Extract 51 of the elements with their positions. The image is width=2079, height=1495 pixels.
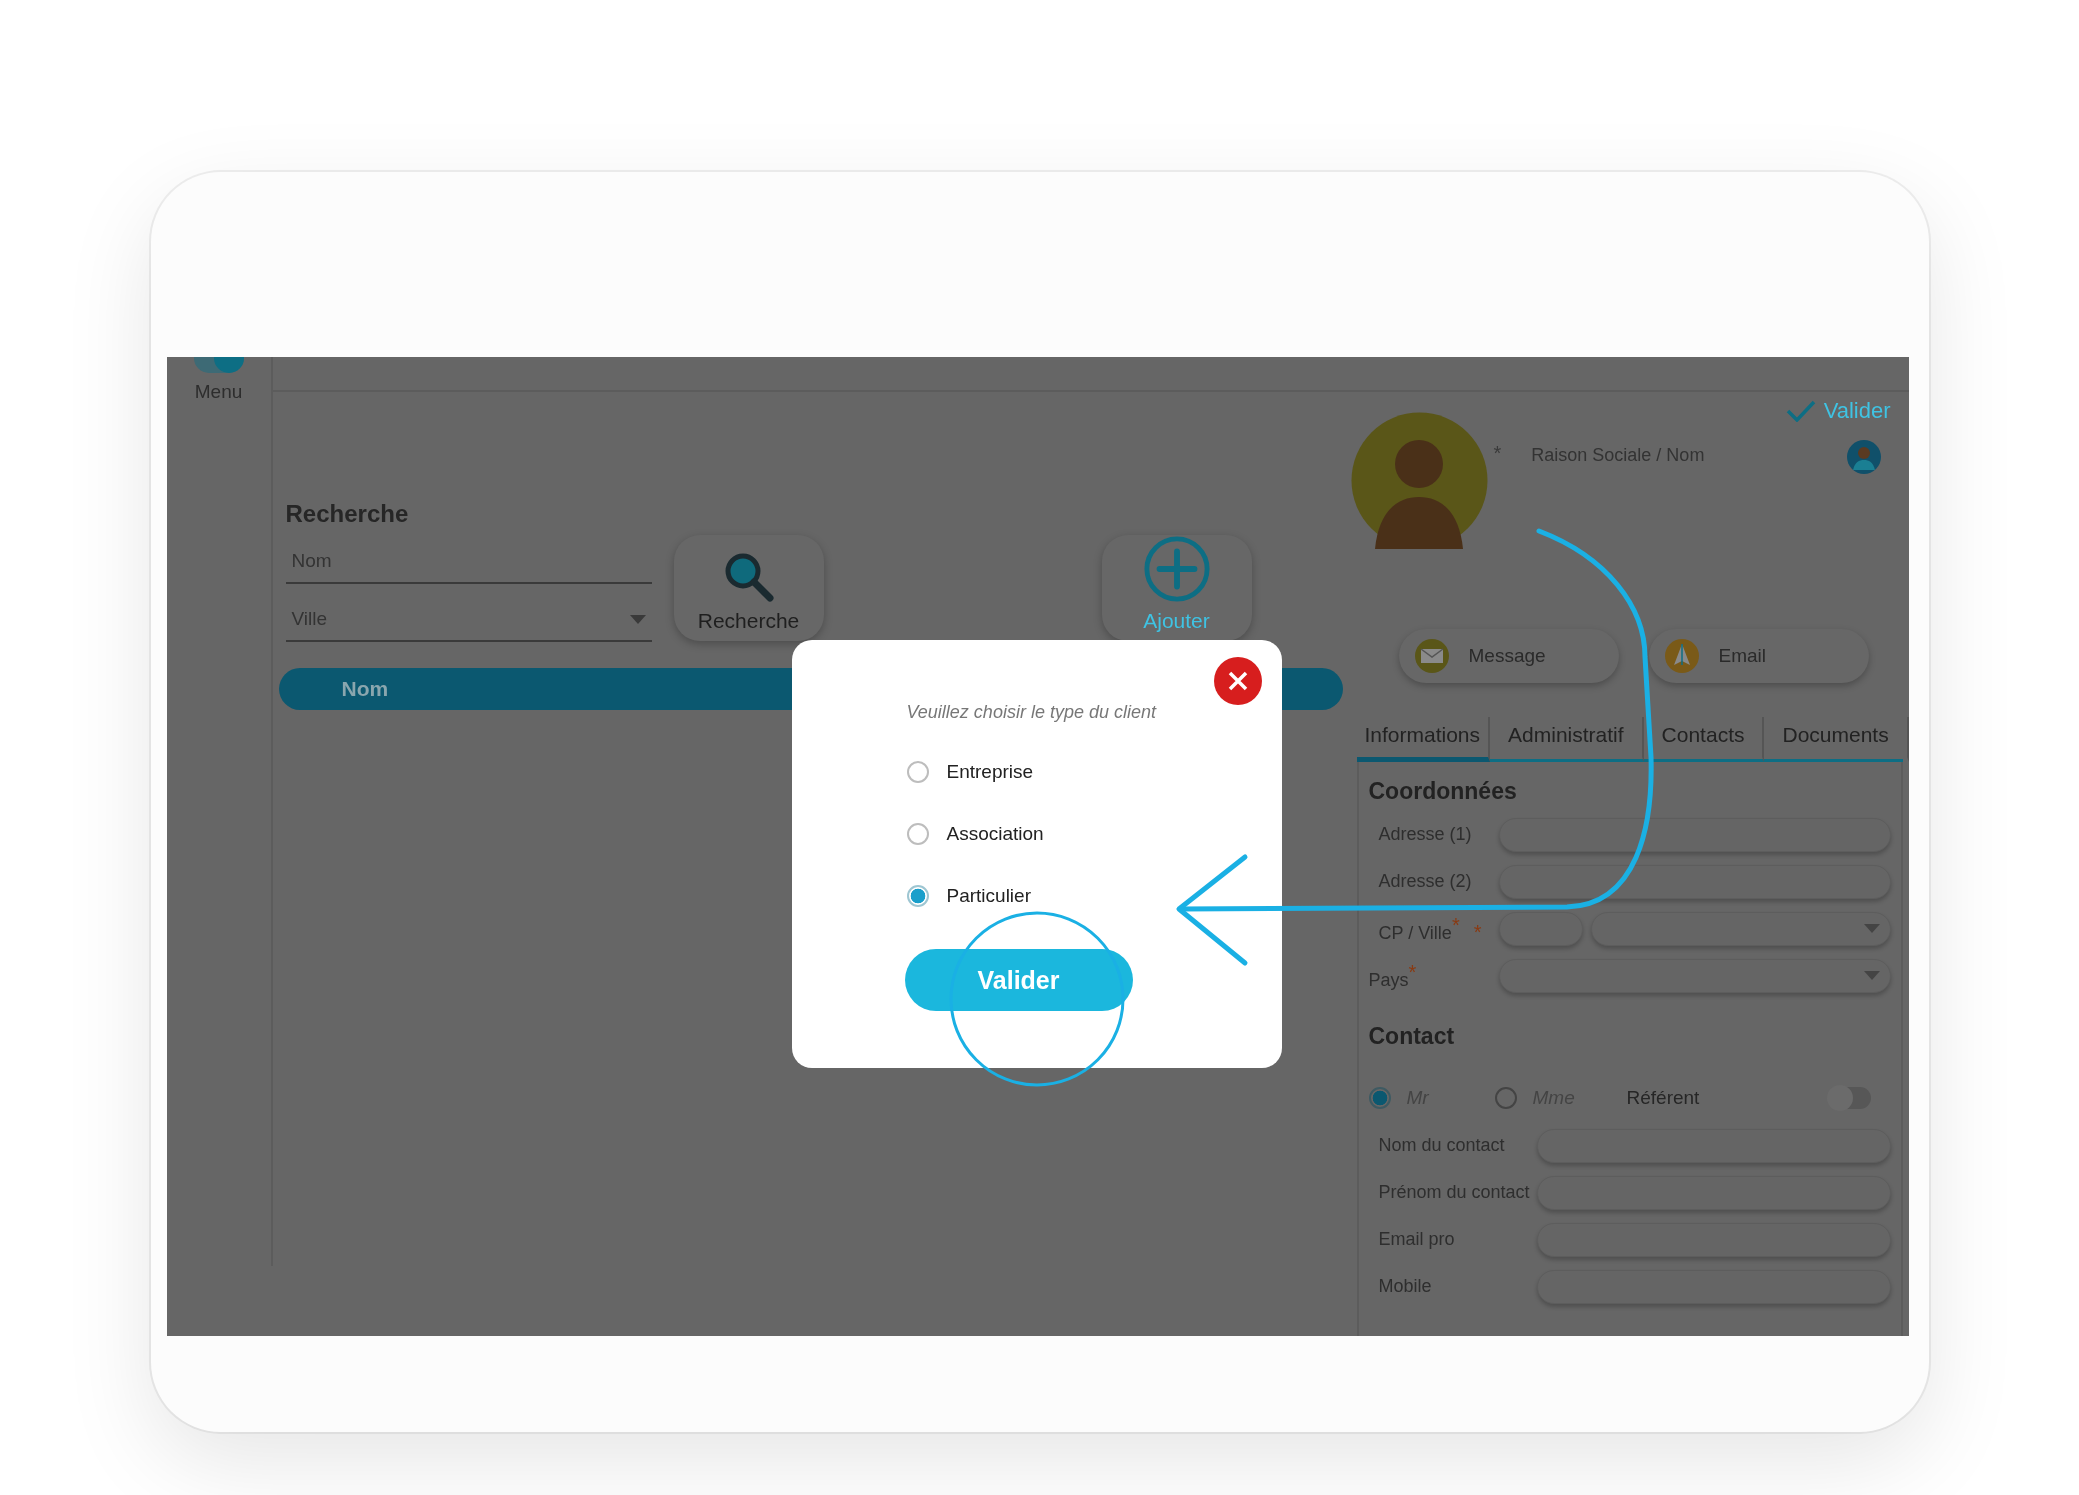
caret-icon: [1863, 924, 1880, 933]
field-label: Adresse (2): [1377, 871, 1473, 892]
section-title: Contact: [1368, 1023, 1456, 1050]
dialog-prompt: Veuillez choisir le type du client: [906, 702, 1158, 723]
postcode-field[interactable]: [1498, 911, 1583, 946]
message-button[interactable]: Message: [1398, 629, 1619, 683]
radio-option[interactable]: Entreprise: [906, 741, 1034, 803]
search-button[interactable]: Recherche: [673, 535, 824, 641]
field-label: Prénom du contact: [1377, 1182, 1531, 1203]
check-icon: [1785, 400, 1816, 422]
field-label: Adresse (1): [1377, 824, 1473, 845]
tab[interactable]: Informations: [1356, 717, 1491, 762]
required-mark: *: [1493, 442, 1502, 465]
country-select[interactable]: [1498, 958, 1891, 993]
tab[interactable]: Contacts: [1643, 717, 1765, 762]
section-title: Coordonnées: [1368, 778, 1518, 805]
menu-label: Menu: [194, 381, 243, 403]
plus-circle-icon: [1141, 535, 1212, 603]
radio-button[interactable]: [1368, 1087, 1391, 1109]
envelope-icon: [1414, 639, 1449, 673]
radio-option[interactable]: Association: [906, 803, 1044, 865]
radio-option[interactable]: Particulier: [906, 865, 1031, 927]
avatar-icon[interactable]: [1350, 412, 1488, 549]
add-button[interactable]: Ajouter: [1101, 535, 1252, 641]
radio-button[interactable]: [1494, 1087, 1517, 1109]
field-label: Mobile: [1377, 1276, 1433, 1297]
city-select[interactable]: [1590, 911, 1891, 946]
caret-icon: [629, 614, 646, 624]
radio-button[interactable]: [906, 823, 929, 845]
tab[interactable]: Administratif: [1490, 717, 1644, 762]
radio-button[interactable]: [906, 885, 929, 907]
radio-button[interactable]: [906, 761, 929, 783]
search-title: Recherche: [285, 500, 410, 528]
tab[interactable]: Documents: [1764, 717, 1909, 762]
required-mark: *: [1408, 960, 1417, 983]
close-icon: [1227, 671, 1248, 691]
email-button[interactable]: Email: [1648, 629, 1869, 683]
field-label: Nom du contact: [1377, 1135, 1506, 1156]
field-label: Email pro: [1377, 1229, 1456, 1250]
column-header: Nom: [341, 677, 389, 701]
text-field[interactable]: [1498, 817, 1891, 852]
caret-icon: [1863, 971, 1880, 980]
user-avatar-icon[interactable]: [1846, 440, 1881, 474]
validate-button[interactable]: Valider: [904, 949, 1133, 1011]
text-field[interactable]: [1498, 864, 1891, 899]
validate-button[interactable]: Valider: [1785, 398, 1891, 424]
required-mark: *: [1451, 913, 1460, 936]
referent-label: Référent: [1626, 1087, 1701, 1109]
close-button[interactable]: [1213, 657, 1262, 705]
paper-plane-icon: [1664, 639, 1699, 673]
required-mark: *: [1473, 920, 1482, 943]
